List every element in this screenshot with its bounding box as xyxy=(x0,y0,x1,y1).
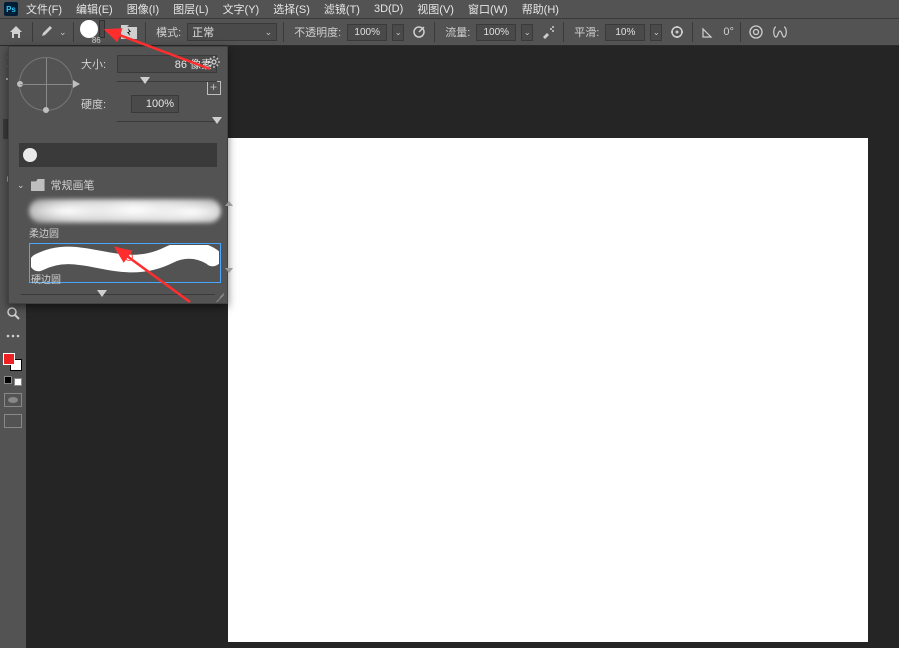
menu-help[interactable]: 帮助(H) xyxy=(516,0,565,19)
screenmode-button[interactable] xyxy=(4,414,22,428)
brush-angle-control[interactable] xyxy=(19,57,73,111)
divider xyxy=(740,22,741,42)
preset-group-header[interactable]: ⌄ 常规画笔 xyxy=(9,175,227,195)
hardness-field[interactable]: 100% xyxy=(131,95,179,113)
divider xyxy=(145,22,146,42)
opacity-label: 不透明度: xyxy=(294,24,341,40)
divider xyxy=(32,22,33,42)
panel-settings-gear-icon[interactable] xyxy=(207,55,221,69)
preset-label: 柔边圆 xyxy=(29,225,221,240)
app-icon: Ps xyxy=(4,2,18,16)
divider xyxy=(283,22,284,42)
menu-window[interactable]: 窗口(W) xyxy=(462,0,514,19)
menu-select[interactable]: 选择(S) xyxy=(267,0,316,19)
preset-label: 硬边圆 xyxy=(31,271,219,286)
flow-field[interactable]: 100% xyxy=(476,24,516,41)
smoothing-label: 平滑: xyxy=(574,24,599,40)
tool-zoom[interactable] xyxy=(3,303,23,323)
size-label: 大小: xyxy=(81,56,117,72)
panel-resize-grip[interactable] xyxy=(215,291,225,301)
pressure-size-icon[interactable] xyxy=(747,23,765,41)
disclosure-triangle-icon: ⌄ xyxy=(17,180,25,191)
smoothing-field[interactable]: 10% xyxy=(605,24,645,41)
menu-file[interactable]: 文件(F) xyxy=(20,0,68,19)
brush-settings-button[interactable] xyxy=(119,22,139,42)
divider xyxy=(434,22,435,42)
menu-layer[interactable]: 图层(L) xyxy=(167,0,214,19)
opacity-field[interactable]: 100% xyxy=(347,24,387,41)
tool-more[interactable] xyxy=(3,326,23,346)
smoothing-options-icon[interactable] xyxy=(668,23,686,41)
menu-image[interactable]: 图像(I) xyxy=(121,0,165,19)
thumbnail-size-slider[interactable] xyxy=(21,289,215,301)
chevron-down-icon: ⌄ xyxy=(265,27,273,38)
angle-icon xyxy=(699,23,717,41)
quickmask-button[interactable] xyxy=(4,393,22,407)
angle-value[interactable]: 0° xyxy=(723,26,734,38)
flow-label: 流量: xyxy=(445,24,470,40)
preset-soft-round[interactable]: 柔边圆 xyxy=(29,199,221,239)
menu-view[interactable]: 视图(V) xyxy=(411,0,460,19)
menu-type[interactable]: 文字(Y) xyxy=(217,0,266,19)
menu-3d[interactable]: 3D(D) xyxy=(368,1,409,17)
hardness-label: 硬度: xyxy=(81,96,117,112)
divider xyxy=(73,22,74,42)
preset-hard-round[interactable]: 硬边圆 xyxy=(29,243,221,283)
hard-round-preview xyxy=(31,245,219,269)
folder-icon xyxy=(31,179,45,191)
mode-value: 正常 xyxy=(192,24,214,40)
menu-bar: Ps 文件(F) 编辑(E) 图像(I) 图层(L) 文字(Y) 选择(S) 滤… xyxy=(0,0,899,18)
airbrush-icon[interactable] xyxy=(539,23,557,41)
canvas[interactable] xyxy=(228,138,868,642)
smoothing-dropdown[interactable]: ⌄ xyxy=(650,24,662,41)
brush-preset-chevron-icon[interactable]: ⌄ xyxy=(106,23,114,34)
flow-dropdown[interactable]: ⌄ xyxy=(521,24,533,41)
options-bar: ⌄ ⌄ 86 模式: 正常 ⌄ 不透明度: 100% ⌄ 流量: 100% ⌄ 平… xyxy=(0,18,899,46)
brush-preset-panel: 大小: 86 像素 硬度: 100% ⌄ 常规画笔 柔边圆 xyxy=(8,46,228,304)
menu-edit[interactable]: 编辑(E) xyxy=(70,0,119,19)
brush-preset-picker[interactable]: ⌄ 86 xyxy=(80,20,114,45)
soft-round-preview xyxy=(29,199,221,223)
preset-scrollbar[interactable] xyxy=(225,201,233,283)
default-colors-icon[interactable] xyxy=(4,376,22,386)
size-field[interactable]: 86 像素 xyxy=(117,55,217,73)
opacity-dropdown[interactable]: ⌄ xyxy=(392,24,404,41)
symmetry-icon[interactable] xyxy=(771,23,789,41)
tool-indicator-brush-icon xyxy=(39,25,53,39)
tool-preset-chevron-icon[interactable]: ⌄ xyxy=(59,27,67,38)
preset-group-label: 常规画笔 xyxy=(51,177,95,193)
hardness-slider[interactable] xyxy=(117,115,217,129)
mode-label: 模式: xyxy=(156,24,181,40)
opacity-pressure-icon[interactable] xyxy=(410,23,428,41)
divider xyxy=(692,22,693,42)
mode-select[interactable]: 正常 ⌄ xyxy=(187,23,277,41)
home-button[interactable] xyxy=(6,22,26,42)
preset-list: 柔边圆 硬边圆 xyxy=(29,199,221,283)
size-slider[interactable] xyxy=(117,75,217,89)
color-swatches[interactable] xyxy=(3,353,23,371)
brush-size-readout: 86 xyxy=(92,36,101,45)
divider xyxy=(563,22,564,42)
menu-filter[interactable]: 滤镜(T) xyxy=(318,0,366,19)
brush-tip-preview xyxy=(19,143,217,167)
